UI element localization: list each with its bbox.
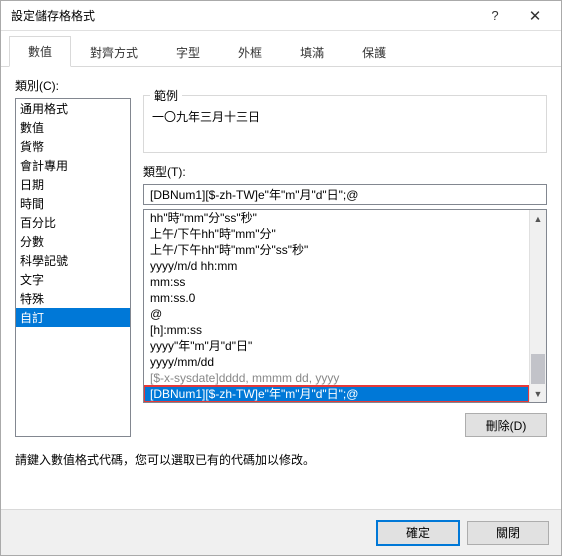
type-item[interactable]: yyyy"年"m"月"d"日"	[144, 338, 529, 354]
category-item[interactable]: 百分比	[16, 213, 130, 232]
sample-label: 範例	[150, 87, 182, 104]
titlebar: 設定儲存格格式 ? ✕	[1, 1, 561, 31]
category-item[interactable]: 自訂	[16, 308, 130, 327]
category-item[interactable]: 文字	[16, 270, 130, 289]
scrollbar[interactable]: ▲ ▼	[529, 210, 546, 402]
type-item[interactable]: yyyy/mm/dd	[144, 354, 529, 370]
tab-3[interactable]: 外框	[219, 37, 281, 67]
tab-strip: 數值對齊方式字型外框填滿保護	[1, 35, 561, 67]
type-item[interactable]: [h]:mm:ss	[144, 322, 529, 338]
type-item[interactable]: @	[144, 306, 529, 322]
hint-text: 請鍵入數值格式代碼，您可以選取已有的代碼加以修改。	[15, 451, 547, 468]
category-listbox[interactable]: 通用格式數值貨幣會計專用日期時間百分比分數科學記號文字特殊自訂	[15, 98, 131, 437]
help-button[interactable]: ?	[475, 2, 515, 30]
scroll-thumb[interactable]	[531, 354, 545, 384]
tab-0[interactable]: 數值	[9, 36, 71, 67]
tab-1[interactable]: 對齊方式	[71, 37, 157, 67]
type-item[interactable]: [DBNum1][$-zh-TW]e"年"m"月"d"日";@	[144, 386, 529, 402]
type-item[interactable]: yyyy/m/d hh:mm	[144, 258, 529, 274]
type-item[interactable]: mm:ss.0	[144, 290, 529, 306]
sample-box: 範例 一〇九年三月十三日	[143, 95, 547, 153]
category-item[interactable]: 會計專用	[16, 156, 130, 175]
type-item[interactable]: 上午/下午hh"時"mm"分"	[144, 226, 529, 242]
category-item[interactable]: 時間	[16, 194, 130, 213]
type-item[interactable]: 上午/下午hh"時"mm"分"ss"秒"	[144, 242, 529, 258]
category-item[interactable]: 數值	[16, 118, 130, 137]
type-listbox[interactable]: hh"時"mm"分"ss"秒"上午/下午hh"時"mm"分"上午/下午hh"時"…	[143, 209, 547, 403]
type-label: 類型(T):	[143, 163, 547, 180]
category-item[interactable]: 科學記號	[16, 251, 130, 270]
type-item[interactable]: [$-x-sysdate]dddd, mmmm dd, yyyy	[144, 370, 529, 386]
category-item[interactable]: 通用格式	[16, 99, 130, 118]
tab-5[interactable]: 保護	[343, 37, 405, 67]
category-item[interactable]: 特殊	[16, 289, 130, 308]
category-item[interactable]: 貨幣	[16, 137, 130, 156]
type-input[interactable]	[143, 184, 547, 205]
category-item[interactable]: 日期	[16, 175, 130, 194]
window-title: 設定儲存格格式	[11, 7, 475, 24]
dialog-footer: 確定 關閉	[1, 509, 561, 555]
tab-2[interactable]: 字型	[157, 37, 219, 67]
delete-button[interactable]: 刪除(D)	[465, 413, 547, 437]
tab-content-number: 類別(C): 通用格式數值貨幣會計專用日期時間百分比分數科學記號文字特殊自訂 範…	[1, 67, 561, 509]
close-button[interactable]: ✕	[515, 2, 555, 30]
cancel-button[interactable]: 關閉	[467, 521, 549, 545]
scroll-up-icon[interactable]: ▲	[530, 210, 546, 227]
type-item[interactable]: mm:ss	[144, 274, 529, 290]
category-label: 類別(C):	[15, 77, 131, 94]
tab-4[interactable]: 填滿	[281, 37, 343, 67]
scroll-down-icon[interactable]: ▼	[530, 385, 546, 402]
category-item[interactable]: 分數	[16, 232, 130, 251]
ok-button[interactable]: 確定	[377, 521, 459, 545]
type-item[interactable]: hh"時"mm"分"ss"秒"	[144, 210, 529, 226]
sample-value: 一〇九年三月十三日	[152, 108, 538, 125]
format-cells-dialog: 設定儲存格格式 ? ✕ 數值對齊方式字型外框填滿保護 類別(C): 通用格式數值…	[0, 0, 562, 556]
